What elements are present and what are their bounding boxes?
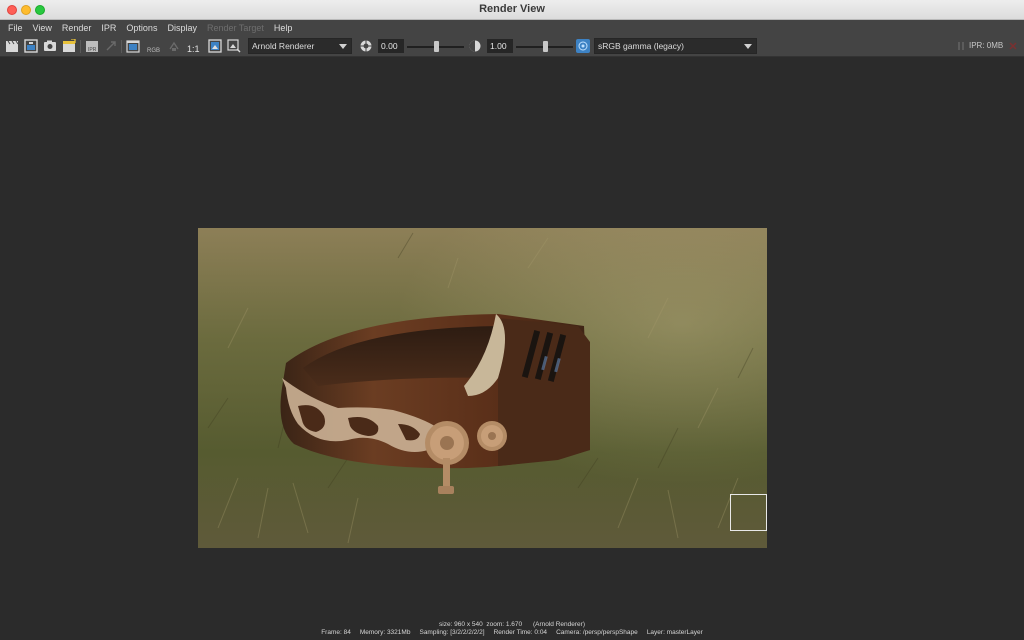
render-region-marquee[interactable]	[730, 494, 767, 531]
chevron-down-icon	[744, 44, 752, 49]
exposure-slider-thumb[interactable]	[433, 41, 439, 52]
redo-icon	[104, 39, 118, 53]
color-management-icon[interactable]	[576, 39, 590, 53]
image-size-zoom-text: size: 960 x 540 zoom: 1.670 (Arnold Rend…	[439, 621, 585, 628]
ipr-stop-icon[interactable]	[1006, 39, 1020, 53]
exposure-icon[interactable]	[359, 39, 373, 53]
menu-render[interactable]: Render	[57, 20, 97, 36]
render-region-icon[interactable]	[24, 39, 38, 53]
menu-bar: File View Render IPR Options Display Ren…	[0, 20, 1024, 36]
camera-text: Camera: /persp/perspShape	[556, 629, 638, 636]
gamma-field[interactable]	[487, 39, 513, 53]
svg-text:IPR: IPR	[88, 47, 97, 53]
menu-ipr[interactable]: IPR	[96, 20, 121, 36]
toolbar: IPR RGB 1:1 Arnold Renderer 0.00 1.00 sR…	[0, 36, 1024, 57]
ipr-memory-label: IPR: 0MB	[969, 41, 1004, 50]
gamma-slider-thumb[interactable]	[542, 41, 548, 52]
window-title: Render View	[479, 3, 545, 15]
rendered-bracelet-image	[198, 228, 767, 548]
rgb-channel-icon[interactable]: RGB	[147, 39, 160, 54]
aspect-icon[interactable]	[227, 39, 241, 53]
snapshot-icon[interactable]	[43, 39, 57, 53]
frame-text: Frame: 84	[321, 629, 351, 636]
render-time-text: Render Time: 0:04	[493, 629, 548, 636]
menu-file[interactable]: File	[3, 20, 28, 36]
menu-render-target: Render Target	[206, 23, 264, 33]
renderer-dropdown[interactable]: Arnold Renderer	[248, 38, 352, 54]
menu-display[interactable]: Display	[162, 20, 202, 36]
render-view-window: Render View File View Render IPR Options…	[0, 0, 1024, 640]
ipr-pause-icon[interactable]	[954, 39, 968, 53]
sampling-text: Sampling: [3/2/2/2/2/2]	[419, 629, 485, 636]
title-bar: Render View	[0, 0, 1024, 20]
menu-options[interactable]: Options	[121, 20, 162, 36]
keep-image-icon[interactable]	[62, 39, 76, 53]
layer-text: Layer: masterLayer	[646, 629, 703, 636]
ipr-clapper-icon[interactable]: IPR	[85, 39, 99, 53]
status-bar: size: 960 x 540 zoom: 1.670 (Arnold Rend…	[0, 621, 1024, 640]
chevron-down-icon	[339, 44, 347, 49]
gamma-icon[interactable]	[468, 39, 482, 53]
clapper-icon[interactable]	[5, 39, 19, 53]
render-settings-icon[interactable]	[126, 39, 140, 53]
menu-help[interactable]: Help	[269, 20, 298, 36]
rendered-image[interactable]	[198, 228, 767, 548]
real-size-button[interactable]: 1:1	[187, 39, 200, 54]
display-image-icon[interactable]	[208, 39, 222, 53]
color-space-dropdown[interactable]: sRGB gamma (legacy)	[594, 38, 757, 54]
menu-view[interactable]: View	[28, 20, 57, 36]
pause-icon	[167, 39, 181, 53]
exposure-field[interactable]	[378, 39, 404, 53]
memory-text: Memory: 3321Mb	[359, 629, 411, 636]
